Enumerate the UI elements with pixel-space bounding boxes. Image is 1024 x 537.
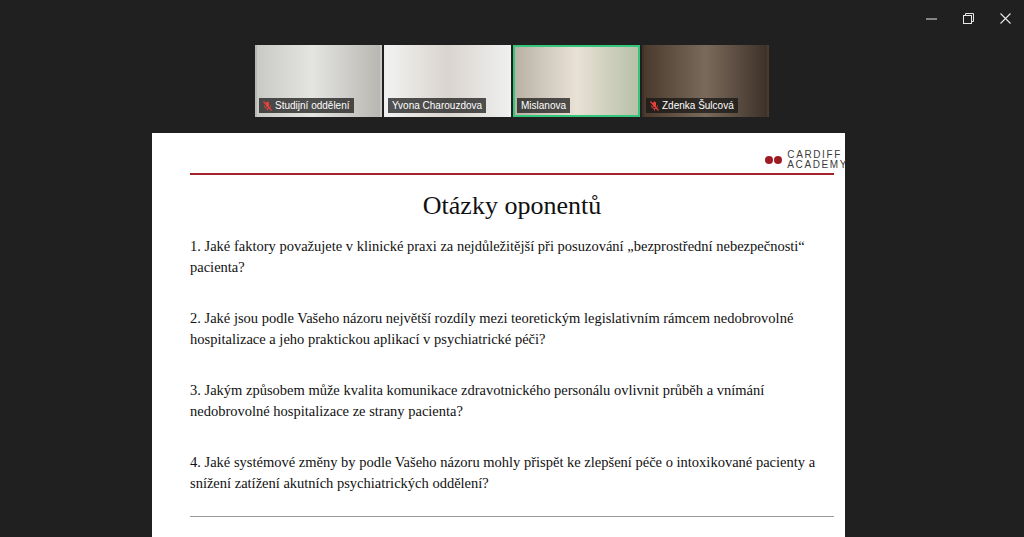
participant-label: Yvona Charouzdova [388,98,486,113]
participant-name: Yvona Charouzdova [392,99,482,112]
logo-dots-icon [765,156,782,164]
minimize-button[interactable] [913,0,950,36]
header-rule [190,173,834,175]
restore-icon [963,13,974,24]
mic-off-icon [650,101,659,111]
minimize-icon [926,13,937,24]
logo-word: CARDIFF [787,150,848,160]
participant-strip: Studijní oddělení Yvona Charouzdova Mislan… [0,45,1024,117]
participant-tile[interactable]: Zdenka Šulcová [642,45,769,117]
logo-dot-icon [765,156,773,164]
participant-name: Zdenka Šulcová [662,99,734,112]
academy-logo: CARDIFFACADEMY [190,149,848,171]
question: 3. Jakým způsobem může kvalita komunikac… [190,380,834,422]
mic-off-icon [263,101,272,111]
title-bar [0,0,1024,45]
participant-name: Studijní oddělení [275,99,350,112]
logo-dot-icon [774,156,782,164]
participant-tile[interactable]: Studijní oddělení [255,45,382,117]
close-button[interactable] [987,0,1024,36]
logo-word: ACADEMY [787,160,848,170]
question: 2. Jaké jsou podle Vašeho názoru největš… [190,308,834,350]
participant-label: Studijní oddělení [259,98,354,113]
footer-rule [190,516,834,517]
participant-tile[interactable]: Mislanova [513,45,640,117]
participant-label: Zdenka Šulcová [646,98,738,113]
participant-name: Mislanova [521,99,566,112]
shared-slide: CARDIFFACADEMY Otázky oponentů 1. Jaké fak… [152,133,845,537]
participant-label: Mislanova [517,98,570,113]
close-icon [1000,13,1011,24]
restore-button[interactable] [950,0,987,36]
slide-title: Otázky oponentů [190,190,834,222]
participant-tile[interactable]: Yvona Charouzdova [384,45,511,117]
question: 1. Jaké faktory považujete v klinické pr… [190,236,834,278]
question: 4. Jaké systémové změny by podle Vašeho … [190,452,834,494]
logo-text: CARDIFFACADEMY [787,150,848,170]
